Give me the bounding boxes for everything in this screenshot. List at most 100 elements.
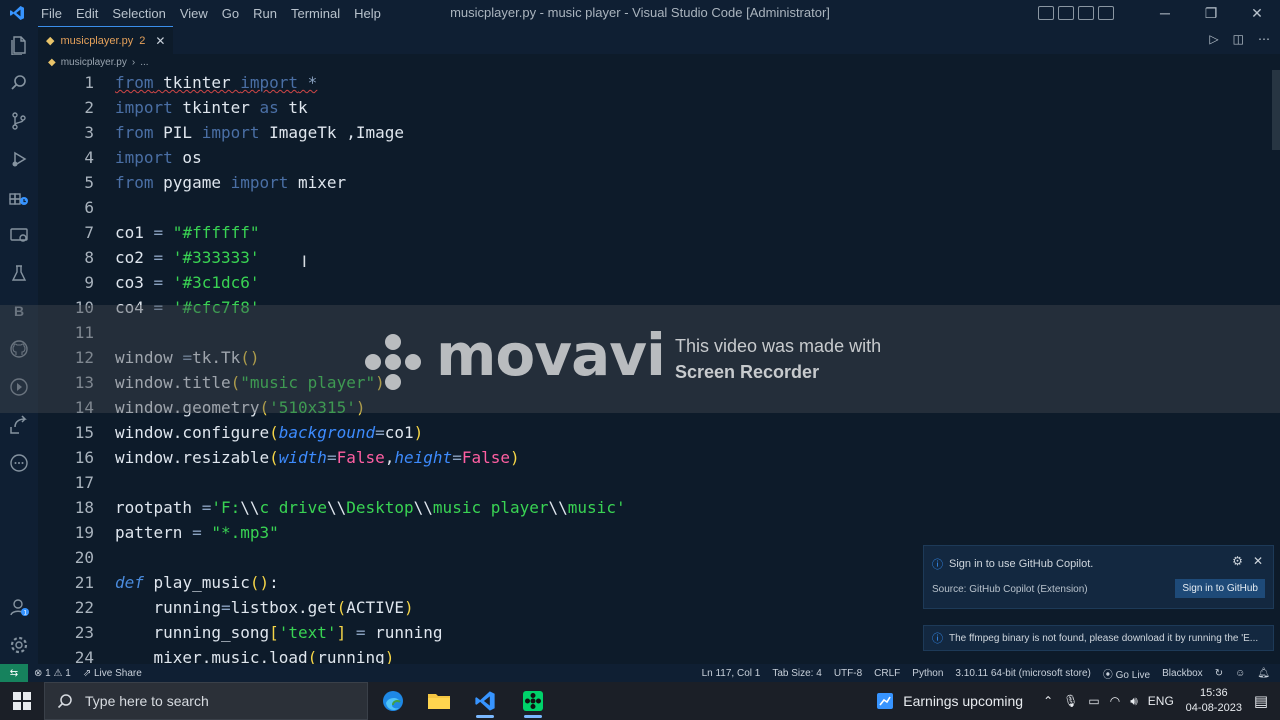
python-file-icon: ◆: [46, 35, 55, 47]
live-share-status[interactable]: ⇗ Live Share: [83, 668, 142, 679]
menu-run[interactable]: Run: [246, 6, 284, 21]
watermark-line1: This video was made with: [675, 336, 882, 356]
info-icon: ⓘ: [932, 633, 943, 645]
menu-go[interactable]: Go: [215, 6, 246, 21]
action-center-icon[interactable]: ▤: [1254, 692, 1268, 710]
source-control-icon[interactable]: [0, 102, 38, 140]
windows-start-icon[interactable]: [0, 682, 44, 720]
close-tab-icon[interactable]: ✕: [155, 34, 165, 48]
stock-chart-icon: [877, 693, 894, 709]
menu-view[interactable]: View: [173, 6, 215, 21]
customize-layout-icon[interactable]: [1098, 6, 1114, 20]
accounts-icon[interactable]: 1: [0, 588, 38, 626]
breadcrumb-file[interactable]: musicplayer.py: [61, 57, 127, 68]
menu-edit[interactable]: Edit: [69, 6, 105, 21]
line-ending[interactable]: CRLF: [874, 668, 900, 679]
movavi-recorder-icon[interactable]: [510, 682, 556, 720]
tab-size[interactable]: Tab Size: 4: [772, 668, 821, 679]
breadcrumb-more[interactable]: ...: [140, 57, 148, 68]
line-text: from tkinter import *: [115, 73, 318, 92]
remote-indicator-icon[interactable]: ⇆: [0, 664, 28, 682]
line-number: 18: [74, 498, 94, 517]
go-live[interactable]: ⦿ Go Live: [1103, 666, 1150, 681]
toggle-secondary-sidebar-icon[interactable]: [1078, 6, 1094, 20]
line-number: 2: [84, 98, 94, 117]
show-hidden-icons-icon[interactable]: ⌃: [1043, 694, 1053, 708]
input-language[interactable]: ENG: [1148, 694, 1174, 708]
error-icon: ⊗: [34, 667, 43, 679]
run-python-file-icon[interactable]: ▷: [1209, 32, 1218, 46]
toggle-panel-icon[interactable]: [1058, 6, 1074, 20]
restore-button[interactable]: ❐: [1188, 5, 1234, 22]
search-icon[interactable]: [0, 64, 38, 102]
line-number: 8: [84, 248, 94, 267]
menu-terminal[interactable]: Terminal: [284, 6, 347, 21]
microphone-icon[interactable]: 🎙︎: [1063, 694, 1078, 708]
edge-browser-icon[interactable]: [370, 682, 416, 720]
split-editor-icon[interactable]: ◫: [1233, 32, 1244, 46]
notification-close-icon[interactable]: ✕: [1253, 554, 1263, 568]
cursor-position[interactable]: Ln 117, Col 1: [702, 668, 761, 679]
ffmpeg-notification[interactable]: ⓘ The ffmpeg binary is not found, please…: [923, 625, 1274, 651]
taskbar-search-box[interactable]: Type here to search: [44, 682, 368, 720]
line-number: 3: [84, 123, 94, 142]
line-number: 17: [74, 473, 94, 492]
scrollbar-thumb[interactable]: [1272, 70, 1280, 150]
system-tray: Earnings upcoming ⌃ 🎙︎ ▭ ◠ 🔊︎ ENG 15:36 …: [875, 682, 1280, 720]
file-explorer-icon[interactable]: [416, 682, 462, 720]
line-number: 21: [74, 573, 94, 592]
menu-selection[interactable]: Selection: [105, 6, 172, 21]
clock-date: 04-08-2023: [1185, 702, 1242, 714]
extensions-icon[interactable]: [0, 178, 38, 216]
movavi-logo-icon: [365, 334, 421, 390]
more-actions-icon[interactable]: ⋯: [1258, 32, 1270, 46]
search-placeholder: Type here to search: [85, 693, 209, 709]
feedback-icon[interactable]: ☺: [1235, 668, 1245, 679]
sign-in-github-button[interactable]: Sign in to GitHub: [1175, 579, 1265, 598]
wifi-icon[interactable]: ◠: [1110, 694, 1120, 708]
language-mode[interactable]: Python: [912, 668, 943, 679]
menu-file[interactable]: File: [34, 6, 69, 21]
minimize-button[interactable]: ─: [1142, 5, 1188, 21]
info-icon: ⓘ: [932, 559, 943, 571]
notification-message: The ffmpeg binary is not found, please d…: [949, 632, 1259, 644]
close-window-button[interactable]: ✕: [1234, 5, 1280, 22]
vscode-logo-icon: [0, 0, 34, 26]
toggle-primary-sidebar-icon[interactable]: [1038, 6, 1054, 20]
notification-settings-gear-icon[interactable]: ⚙: [1232, 554, 1243, 568]
line-number: 24: [74, 648, 94, 664]
sync-icon[interactable]: ↻: [1215, 668, 1223, 679]
vscode-taskbar-icon[interactable]: [462, 682, 508, 720]
notification-source: Source: GitHub Copilot (Extension): [932, 584, 1088, 595]
explorer-icon[interactable]: [0, 26, 38, 64]
live-share-status-icon: ⇗: [82, 667, 92, 679]
remote-explorer-icon[interactable]: [0, 216, 38, 254]
window-controls: ─ ❐ ✕: [1038, 0, 1280, 26]
breadcrumb-separator: ›: [131, 56, 136, 68]
volume-icon[interactable]: 🔊︎: [1130, 694, 1138, 709]
python-interpreter[interactable]: 3.10.11 64-bit (microsoft store): [955, 668, 1090, 679]
line-number: 5: [84, 173, 94, 192]
windows-taskbar: Type here to search Earnings upcoming ⌃ …: [0, 682, 1280, 720]
more-views-icon[interactable]: [0, 444, 38, 482]
menu-help[interactable]: Help: [347, 6, 388, 21]
weather-widget[interactable]: Earnings upcoming: [875, 691, 1023, 711]
watermark-brand: movavi: [436, 321, 666, 389]
battery-icon[interactable]: ▭: [1088, 694, 1099, 708]
search-icon: [57, 694, 72, 709]
editor-tabs: ◆ musicplayer.py 2 ✕ ▷ ◫ ⋯: [38, 26, 1280, 54]
problems-indicator[interactable]: ⊗ 1 ⚠ 1: [34, 668, 71, 679]
warning-icon: ⚠: [53, 667, 63, 679]
blackbox-status[interactable]: Blackbox: [1162, 668, 1203, 679]
run-debug-icon[interactable]: [0, 140, 38, 178]
tab-musicplayer[interactable]: ◆ musicplayer.py 2 ✕: [38, 26, 174, 54]
editor-actions: ▷ ◫ ⋯: [1209, 32, 1270, 46]
python-file-icon: ◆: [48, 56, 56, 68]
notifications-bell-icon[interactable]: 🔔︎: [1257, 668, 1270, 679]
testing-icon[interactable]: [0, 254, 38, 292]
broadcast-icon: ⦿: [1102, 669, 1113, 681]
manage-gear-icon[interactable]: [0, 626, 38, 664]
line-number: 9: [84, 273, 94, 292]
taskbar-clock[interactable]: 15:36 04-08-2023: [1184, 686, 1244, 716]
encoding[interactable]: UTF-8: [834, 668, 862, 679]
